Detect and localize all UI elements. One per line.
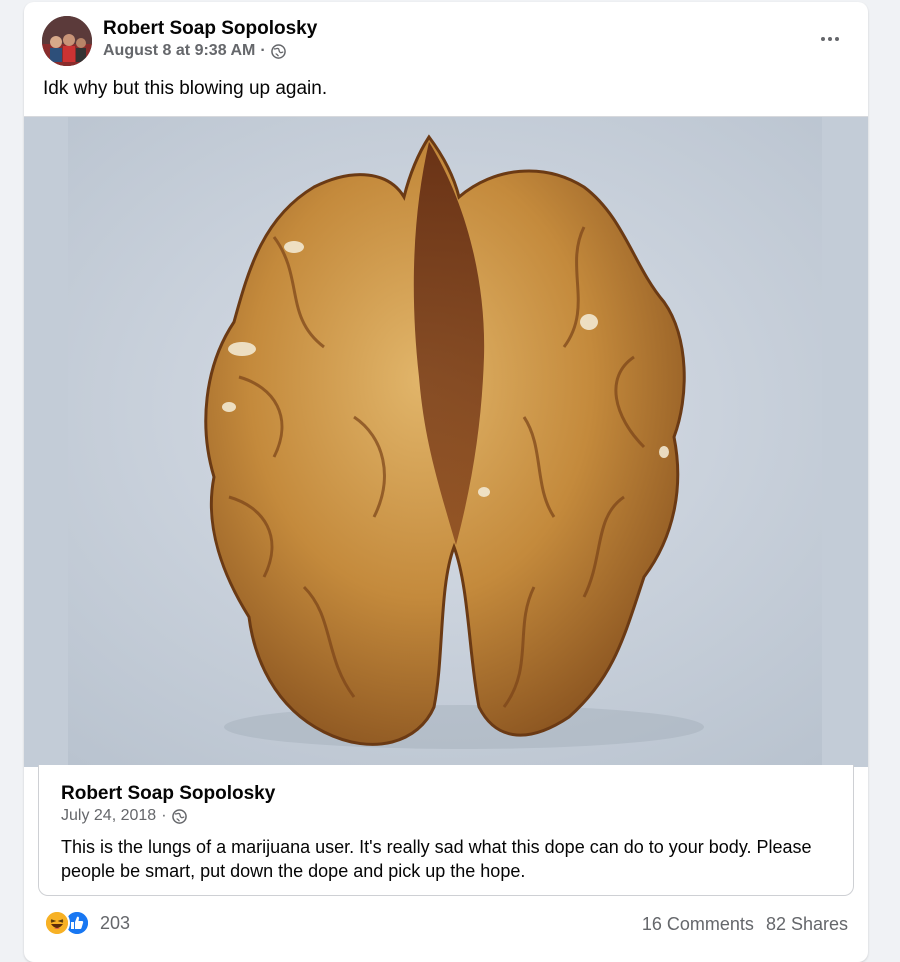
reactions-summary[interactable]: 203 [44,910,130,936]
post-photo[interactable] [24,116,868,767]
shared-post-meta: July 24, 2018 · [61,807,187,825]
post-footer: 203 16 Comments 82 Shares [24,906,868,942]
shared-post-timestamp[interactable]: July 24, 2018 [61,807,156,825]
more-options-icon[interactable] [812,24,848,54]
post-timestamp[interactable]: August 8 at 9:38 AM [103,42,255,60]
meta-separator: · [161,807,167,824]
shared-post[interactable]: Robert Soap Sopolosky July 24, 2018 · Th… [38,765,854,896]
reaction-count: 203 [100,912,131,933]
engagement-stats: 16 Comments 82 Shares [642,914,848,935]
post-card: Robert Soap Sopolosky August 8 at 9:38 A… [24,2,868,962]
comments-count-link[interactable]: 16 Comments [642,914,754,935]
globe-icon[interactable] [171,808,187,824]
post-caption: Idk why but this blowing up again. [43,78,328,99]
shared-post-author-name[interactable]: Robert Soap Sopolosky [61,783,275,805]
post-author-name[interactable]: Robert Soap Sopolosky [103,18,317,40]
globe-icon[interactable] [270,43,286,59]
post-meta: August 8 at 9:38 AM · [103,42,286,60]
author-avatar[interactable] [42,16,92,66]
post-header: Robert Soap Sopolosky August 8 at 9:38 A… [24,2,868,74]
shares-count-link[interactable]: 82 Shares [766,914,848,935]
shared-post-text: This is the lungs of a marijuana user. I… [61,837,812,881]
haha-reaction-icon [44,910,70,936]
meta-separator: · [260,42,266,59]
